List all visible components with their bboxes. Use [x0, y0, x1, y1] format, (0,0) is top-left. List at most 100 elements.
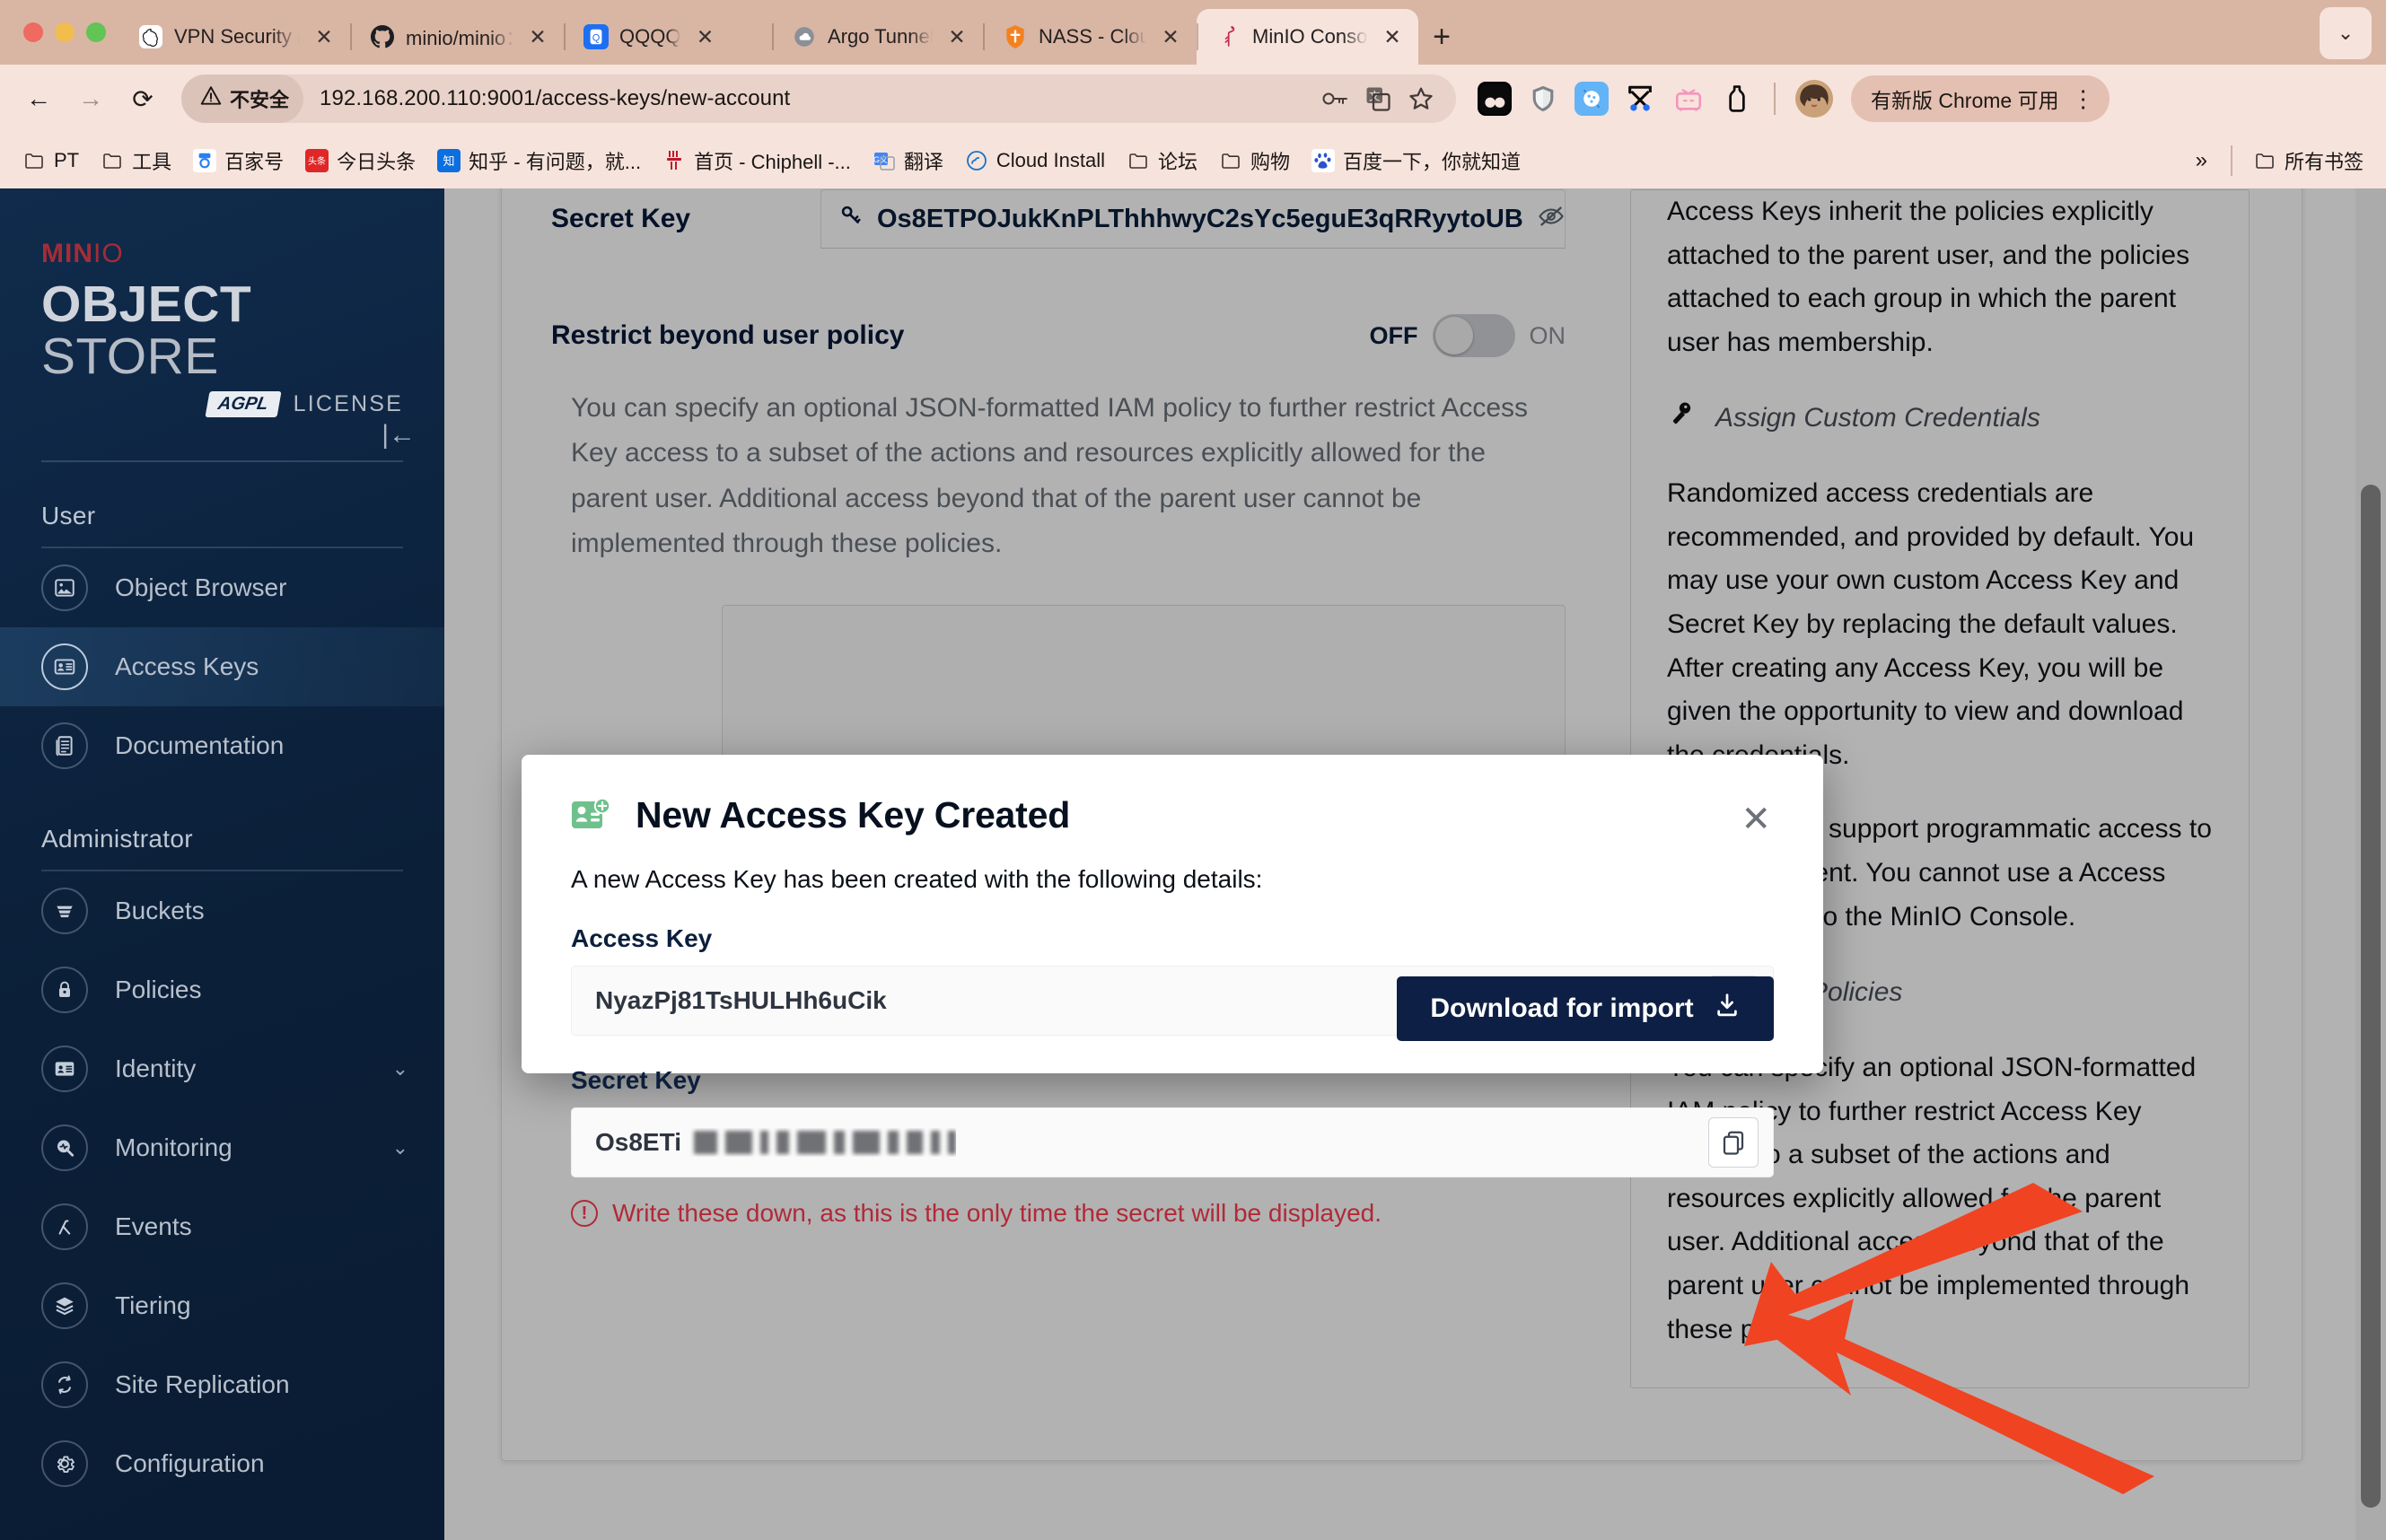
qq-icon: Q — [583, 24, 609, 49]
url-text[interactable]: 192.168.200.110:9001/access-keys/new-acc… — [320, 86, 790, 111]
monitoring-icon — [41, 1124, 88, 1172]
sidebar-section-administrator: Administrator Buckets Policies Identity … — [0, 825, 444, 1503]
sidebar-item-identity[interactable]: Identity ⌄ — [0, 1029, 444, 1108]
cookie-editor-icon[interactable] — [1575, 82, 1609, 116]
window-close-button[interactable] — [23, 22, 43, 42]
shield-icon[interactable] — [1526, 82, 1560, 116]
all-bookmarks-button[interactable]: 所有书签 — [2243, 141, 2373, 180]
cloudflare-error-icon — [792, 24, 817, 49]
avatar[interactable] — [1795, 80, 1833, 118]
tab-title: MinIO Console — [1252, 25, 1368, 48]
brand-object-store-label: OBJECT STORE — [41, 276, 252, 386]
bookmark-label: 百家号 — [224, 151, 285, 173]
bookmark-pt[interactable]: PT — [13, 144, 89, 178]
tab-list-button[interactable]: ⌄ — [2320, 7, 2372, 59]
sidebar-item-site-replication[interactable]: Site Replication — [0, 1345, 444, 1424]
browser-tab-minio-github[interactable]: minio/minio：AI数据 ✕ — [350, 9, 564, 65]
window-minimize-button[interactable] — [55, 22, 75, 42]
pink-tv-icon[interactable] — [1671, 82, 1706, 116]
tab-title: NASS - Cloudflare O — [1039, 25, 1146, 48]
new-tab-button[interactable]: + — [1418, 9, 1465, 65]
window-maximize-button[interactable] — [86, 22, 106, 42]
copy-icon[interactable] — [1708, 1117, 1759, 1168]
bookmark-translate[interactable]: G文 翻译 — [863, 141, 953, 180]
browser-tab-minio-console[interactable]: MinIO Console ✕ — [1197, 9, 1418, 65]
close-icon[interactable]: ✕ — [311, 23, 338, 50]
sidebar-item-monitoring[interactable]: Monitoring ⌄ — [0, 1108, 444, 1187]
secret-key-prefix: Os8ETi — [595, 1128, 681, 1156]
sidebar-item-events[interactable]: Events — [0, 1187, 444, 1266]
identity-card-icon — [41, 1046, 88, 1093]
sidebar-item-object-browser[interactable]: Object Browser — [0, 548, 444, 627]
sidebar-item-label: Buckets — [115, 897, 205, 925]
reload-button[interactable]: ⟳ — [118, 74, 167, 123]
scissors-icon[interactable] — [1623, 82, 1657, 116]
all-bookmarks-label: 所有书签 — [2284, 151, 2364, 173]
sidebar-item-policies[interactable]: Policies — [0, 950, 444, 1029]
bookmark-star-icon[interactable] — [1406, 83, 1436, 114]
browser-tab-qqqq[interactable]: Q QQQQ ✕ — [564, 9, 772, 65]
browser-menu-icon[interactable]: ⋮ — [2072, 87, 2095, 110]
close-icon[interactable]: ✕ — [943, 23, 970, 50]
tab-title: QQQQ — [619, 25, 681, 48]
bookmark-label: 今日头条 — [337, 151, 417, 173]
bookmark-label: 论坛 — [1157, 151, 1197, 173]
secret-key-field[interactable]: Os8ETi — [571, 1107, 1774, 1177]
bookmark-baijiahao[interactable]: 百家号 — [183, 141, 294, 180]
password-key-icon[interactable] — [1320, 83, 1350, 114]
address-bar[interactable]: 不安全 192.168.200.110:9001/access-keys/new… — [181, 74, 1456, 123]
close-icon[interactable]: ✕ — [1379, 23, 1406, 50]
bookmark-cloud-install[interactable]: Cloud Install — [955, 144, 1115, 178]
bookmark-shopping[interactable]: 购物 — [1209, 141, 1300, 180]
sidebar-collapse-button[interactable]: |← — [382, 420, 416, 451]
chevron-down-icon[interactable]: ⌄ — [392, 1136, 408, 1159]
gear-icon — [41, 1440, 88, 1488]
browser-tab-nass-cloudflare[interactable]: NASS - Cloudflare O ✕ — [983, 9, 1197, 65]
close-icon[interactable]: ✕ — [524, 23, 551, 50]
sidebar-item-access-keys[interactable]: Access Keys — [0, 627, 444, 707]
sidebar-item-buckets[interactable]: Buckets — [0, 871, 444, 950]
tab-strip: VPN Security and Alt ✕ minio/minio：AI数据 … — [0, 0, 2386, 65]
browser-tab-vpn-security[interactable]: VPN Security and Alt ✕ — [118, 9, 350, 65]
chrome-update-button[interactable]: 有新版 Chrome 可用 ⋮ — [1851, 75, 2110, 122]
blur-mask-overlay — [693, 1131, 956, 1154]
secret-key-label: Secret Key — [571, 1066, 701, 1094]
sidebar-item-tiering[interactable]: Tiering — [0, 1266, 444, 1345]
browser-tab-argo-tunnel-error[interactable]: Argo Tunnel error | n ✕ — [772, 9, 983, 65]
bookmark-chiphell[interactable]: 首页 - Chiphell -... — [653, 141, 861, 180]
bookmark-forum[interactable]: 论坛 — [1117, 141, 1207, 180]
openai-icon — [138, 24, 163, 49]
chevron-down-icon[interactable]: ⌄ — [392, 1057, 408, 1081]
sidebar-item-label: Monitoring — [115, 1133, 232, 1162]
window-traffic-lights — [16, 0, 118, 65]
bookmark-toutiao[interactable]: 头条 今日头条 — [295, 141, 425, 180]
bookmarks-overflow-button[interactable]: » — [2183, 143, 2220, 179]
bookmark-tools[interactable]: 工具 — [91, 141, 181, 180]
sidebar-item-label: Identity — [115, 1054, 197, 1083]
toutiao-icon: 头条 — [305, 149, 329, 172]
sidebar-item-configuration[interactable]: Configuration — [0, 1424, 444, 1503]
sidebar-item-documentation[interactable]: Documentation — [0, 706, 444, 785]
bitwarden-icon[interactable] — [1478, 82, 1512, 116]
browser-window: VPN Security and Alt ✕ minio/minio：AI数据 … — [0, 0, 2386, 1540]
translate-icon[interactable]: 文 — [1363, 83, 1393, 114]
sidebar-item-label: Access Keys — [115, 652, 259, 681]
github-icon — [370, 24, 395, 49]
bottle-icon[interactable] — [1720, 82, 1754, 116]
back-button[interactable]: ← — [14, 74, 63, 123]
warning-text: Write these down, as this is the only ti… — [612, 1199, 1382, 1227]
bookmark-label: 购物 — [1250, 151, 1291, 173]
bookmark-label: 首页 - Chiphell -... — [694, 151, 851, 173]
bookmark-zhihu[interactable]: 知 知乎 - 有问题，就... — [427, 141, 651, 180]
close-icon[interactable]: ✕ — [1157, 23, 1184, 50]
forward-button[interactable]: → — [66, 74, 115, 123]
brand-license-row: AGPL LICENSE — [41, 391, 403, 418]
access-key-label: Access Key — [571, 924, 713, 952]
close-icon[interactable]: ✕ — [691, 23, 718, 50]
bookmark-baidu[interactable]: 百度一下，你就知道 — [1302, 141, 1531, 180]
minio-brand: MINIO OBJECT STORE AGPL LICENSE — [0, 188, 444, 418]
close-icon[interactable]: ✕ — [1741, 801, 1771, 837]
security-status-chip[interactable]: 不安全 — [181, 74, 304, 123]
download-for-import-button[interactable]: Download for import — [1397, 976, 1774, 1041]
bookmark-label: Cloud Install — [996, 149, 1105, 171]
